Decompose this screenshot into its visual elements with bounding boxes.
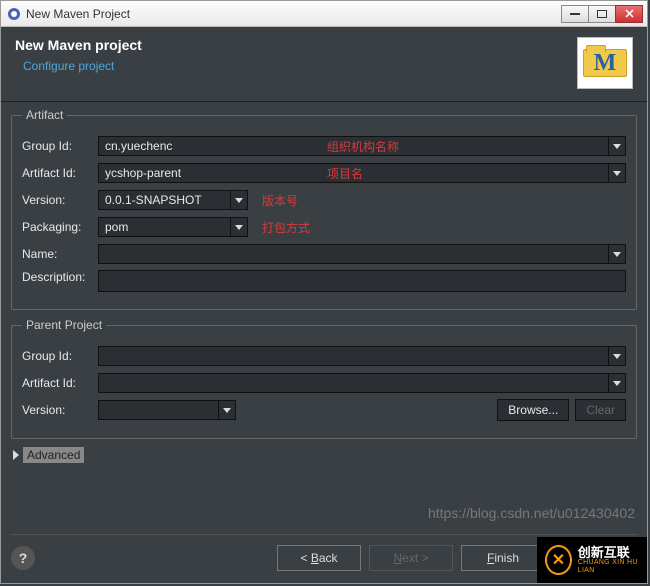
expand-icon — [13, 450, 19, 460]
finish-button[interactable]: Finish — [461, 545, 545, 571]
name-input[interactable] — [98, 244, 608, 264]
parent-artifact-id-input[interactable] — [98, 373, 608, 393]
brand-cn: 创新互联 — [578, 546, 647, 560]
page-title: New Maven project — [15, 37, 577, 53]
artifact-legend: Artifact — [22, 108, 67, 122]
parent-version-input[interactable] — [98, 400, 218, 420]
parent-group-id-label: Group Id: — [22, 349, 98, 363]
parent-group: Parent Project Group Id: Artifact Id: Ve… — [11, 318, 637, 439]
version-input[interactable]: 0.0.1-SNAPSHOT — [98, 190, 230, 210]
packaging-dropdown[interactable] — [230, 217, 248, 237]
artifact-id-dropdown[interactable] — [608, 163, 626, 183]
annotation-packaging: 打包方式 — [262, 219, 310, 236]
titlebar[interactable]: New Maven Project — [1, 1, 647, 27]
maximize-button[interactable] — [588, 5, 616, 23]
advanced-toggle[interactable]: Advanced — [13, 447, 637, 463]
window-controls — [562, 5, 643, 23]
group-id-dropdown[interactable] — [608, 136, 626, 156]
brand-badge: ✕ 创新互联 CHUANG XIN HU LIAN — [537, 537, 647, 583]
next-button: Next > — [369, 545, 453, 571]
help-button[interactable]: ? — [11, 546, 35, 570]
name-label: Name: — [22, 247, 98, 261]
artifact-id-label: Artifact Id: — [22, 166, 98, 180]
watermark: https://blog.csdn.net/u012430402 — [428, 505, 635, 521]
version-dropdown[interactable] — [230, 190, 248, 210]
parent-version-dropdown[interactable] — [218, 400, 236, 420]
brand-icon: ✕ — [545, 545, 572, 575]
parent-group-id-dropdown[interactable] — [608, 346, 626, 366]
browse-button[interactable]: Browse... — [497, 399, 569, 421]
brand-en: CHUANG XIN HU LIAN — [578, 559, 647, 574]
parent-artifact-id-dropdown[interactable] — [608, 373, 626, 393]
artifact-group: Artifact Group Id: cn.yuechenc 组织机构名称 Ar… — [11, 108, 637, 310]
parent-version-label: Version: — [22, 403, 98, 417]
packaging-input[interactable]: pom — [98, 217, 230, 237]
version-label: Version: — [22, 193, 98, 207]
parent-legend: Parent Project — [22, 318, 106, 332]
packaging-label: Packaging: — [22, 220, 98, 234]
parent-artifact-id-label: Artifact Id: — [22, 376, 98, 390]
annotation-version: 版本号 — [262, 192, 298, 209]
minimize-button[interactable] — [561, 5, 589, 23]
name-dropdown[interactable] — [608, 244, 626, 264]
annotation-org: 组织机构名称 — [327, 138, 399, 155]
dialog-window: New Maven Project New Maven project Conf… — [0, 0, 648, 584]
back-button[interactable]: < Back — [277, 545, 361, 571]
clear-button[interactable]: Clear — [575, 399, 626, 421]
annotation-project: 项目名 — [327, 165, 363, 182]
app-icon — [7, 7, 21, 21]
wizard-icon: M — [577, 37, 633, 89]
description-label: Description: — [22, 270, 98, 284]
page-subtitle: Configure project — [23, 59, 577, 73]
advanced-label: Advanced — [23, 447, 84, 463]
window-title: New Maven Project — [26, 7, 562, 21]
description-input[interactable] — [98, 270, 626, 292]
group-id-label: Group Id: — [22, 139, 98, 153]
parent-group-id-input[interactable] — [98, 346, 608, 366]
close-button[interactable] — [615, 5, 643, 23]
dialog-header: New Maven project Configure project M — [1, 27, 647, 102]
